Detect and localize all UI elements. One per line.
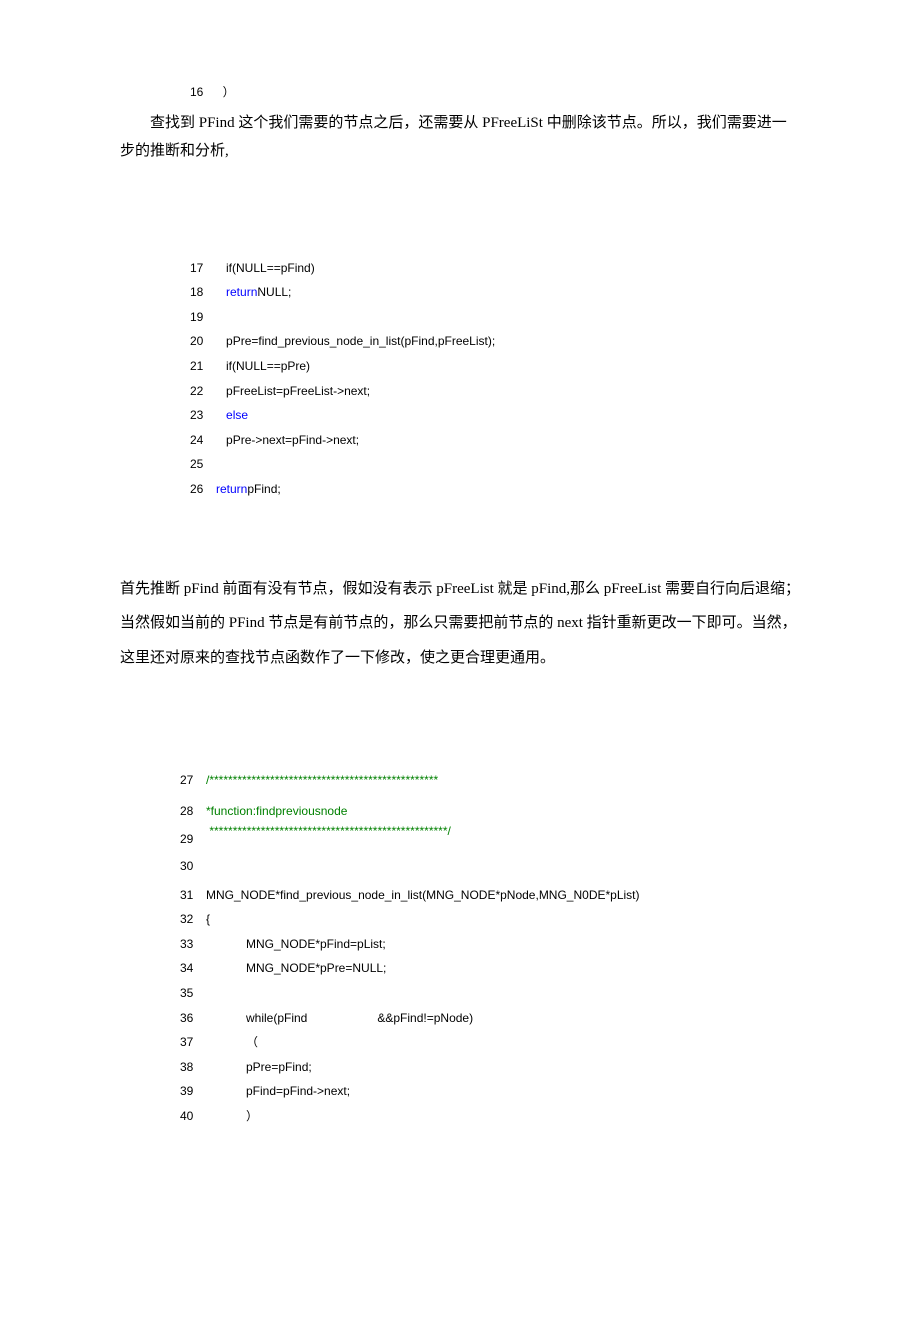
code-text: ）	[246, 1109, 258, 1123]
code-line: 18 returnNULL;	[190, 280, 800, 305]
keyword-return: return	[226, 285, 257, 299]
line-number: 36	[180, 1006, 206, 1031]
keyword-return: return	[216, 482, 247, 496]
code-line: 25	[190, 452, 800, 477]
code-line: 32{	[180, 907, 800, 932]
line-number: 26	[190, 477, 216, 502]
code-line: 36 while(pFind &&pFind!=pNode)	[180, 1006, 800, 1031]
code-line: 35	[180, 981, 800, 1006]
code-text: pFreeList=pFreeList->next;	[226, 384, 370, 398]
code-text: （	[246, 1035, 258, 1049]
line-number: 39	[180, 1079, 206, 1104]
code-block-1: 16 ）	[190, 80, 800, 105]
code-text: pFind=pFind->next;	[246, 1084, 350, 1098]
code-text: if(NULL==pPre)	[226, 359, 310, 373]
code-line: 38 pPre=pFind;	[180, 1055, 800, 1080]
code-text: while(pFind	[246, 1011, 307, 1025]
code-text: pPre=find_previous_node_in_list(pFind,pF…	[226, 334, 495, 348]
line-number: 17	[190, 256, 216, 281]
code-text: pPre->next=pFind->next;	[226, 433, 359, 447]
code-line: 19	[190, 305, 800, 330]
line-number: 29	[180, 827, 206, 851]
code-text: if(NULL==pFind)	[226, 261, 315, 275]
document-page: 16 ） 查找到 PFind 这个我们需要的节点之后，还需要从 PFreeLiS…	[0, 0, 920, 1329]
line-number: 24	[190, 428, 216, 453]
line-number: 22	[190, 379, 216, 404]
code-text: pFind;	[247, 482, 280, 496]
line-number: 33	[180, 932, 206, 957]
keyword-else: else	[226, 408, 248, 422]
code-text: MNG_NODE*find_previous_node_in_list(MNG_…	[206, 888, 640, 902]
paragraph-1: 查找到 PFind 这个我们需要的节点之后，还需要从 PFreeLiSt 中删除…	[120, 109, 800, 166]
code-line: 30	[180, 851, 800, 882]
line-number: 23	[190, 403, 216, 428]
comment: /***************************************…	[206, 773, 438, 787]
code-block-3: 27/*************************************…	[180, 765, 800, 1129]
code-line: 29 *************************************…	[180, 827, 800, 851]
line-number: 35	[180, 981, 206, 1006]
line-number: 32	[180, 907, 206, 932]
code-text: MNG_NODE*pFind=pList;	[246, 937, 386, 951]
line-number: 25	[190, 452, 216, 477]
code-line: 33 MNG_NODE*pFind=pList;	[180, 932, 800, 957]
code-line: 16 ）	[190, 80, 800, 105]
code-line: 27/*************************************…	[180, 765, 800, 796]
code-line: 17 if(NULL==pFind)	[190, 256, 800, 281]
line-number: 31	[180, 883, 206, 908]
line-number: 38	[180, 1055, 206, 1080]
code-block-2: 17 if(NULL==pFind) 18 returnNULL; 19 20 …	[190, 256, 800, 502]
line-number: 21	[190, 354, 216, 379]
code-line: 24 pPre->next=pFind->next;	[190, 428, 800, 453]
code-line: 22 pFreeList=pFreeList->next;	[190, 379, 800, 404]
comment: *function:findpreviousnode	[206, 804, 347, 818]
code-line: 21 if(NULL==pPre)	[190, 354, 800, 379]
line-number: 18	[190, 280, 216, 305]
code-line: 31MNG_NODE*find_previous_node_in_list(MN…	[180, 883, 800, 908]
code-line: 34 MNG_NODE*pPre=NULL;	[180, 956, 800, 981]
code-text: &&pFind!=pNode)	[377, 1011, 473, 1025]
code-text: {	[206, 912, 210, 926]
code-line: 39 pFind=pFind->next;	[180, 1079, 800, 1104]
code-line: 26returnpFind;	[190, 477, 800, 502]
line-number: 37	[180, 1030, 206, 1055]
code-text: pPre=pFind;	[246, 1060, 312, 1074]
line-number: 20	[190, 329, 216, 354]
line-number: 16	[190, 80, 216, 105]
code-line: 37 （	[180, 1030, 800, 1055]
line-number: 34	[180, 956, 206, 981]
code-text: ）	[223, 85, 235, 99]
paragraph-2: 首先推断 pFind 前面有没有节点，假如没有表示 pFreeList 就是 p…	[120, 572, 800, 676]
code-text: NULL;	[257, 285, 291, 299]
line-number: 19	[190, 305, 216, 330]
line-number: 27	[180, 765, 206, 796]
code-line: 40 ）	[180, 1104, 800, 1129]
code-line: 20 pPre=find_previous_node_in_list(pFind…	[190, 329, 800, 354]
line-number: 40	[180, 1104, 206, 1129]
line-number: 30	[180, 851, 206, 882]
line-number: 28	[180, 796, 206, 827]
code-text: MNG_NODE*pPre=NULL;	[246, 961, 386, 975]
code-line: 23 else	[190, 403, 800, 428]
comment: ****************************************…	[209, 819, 451, 843]
